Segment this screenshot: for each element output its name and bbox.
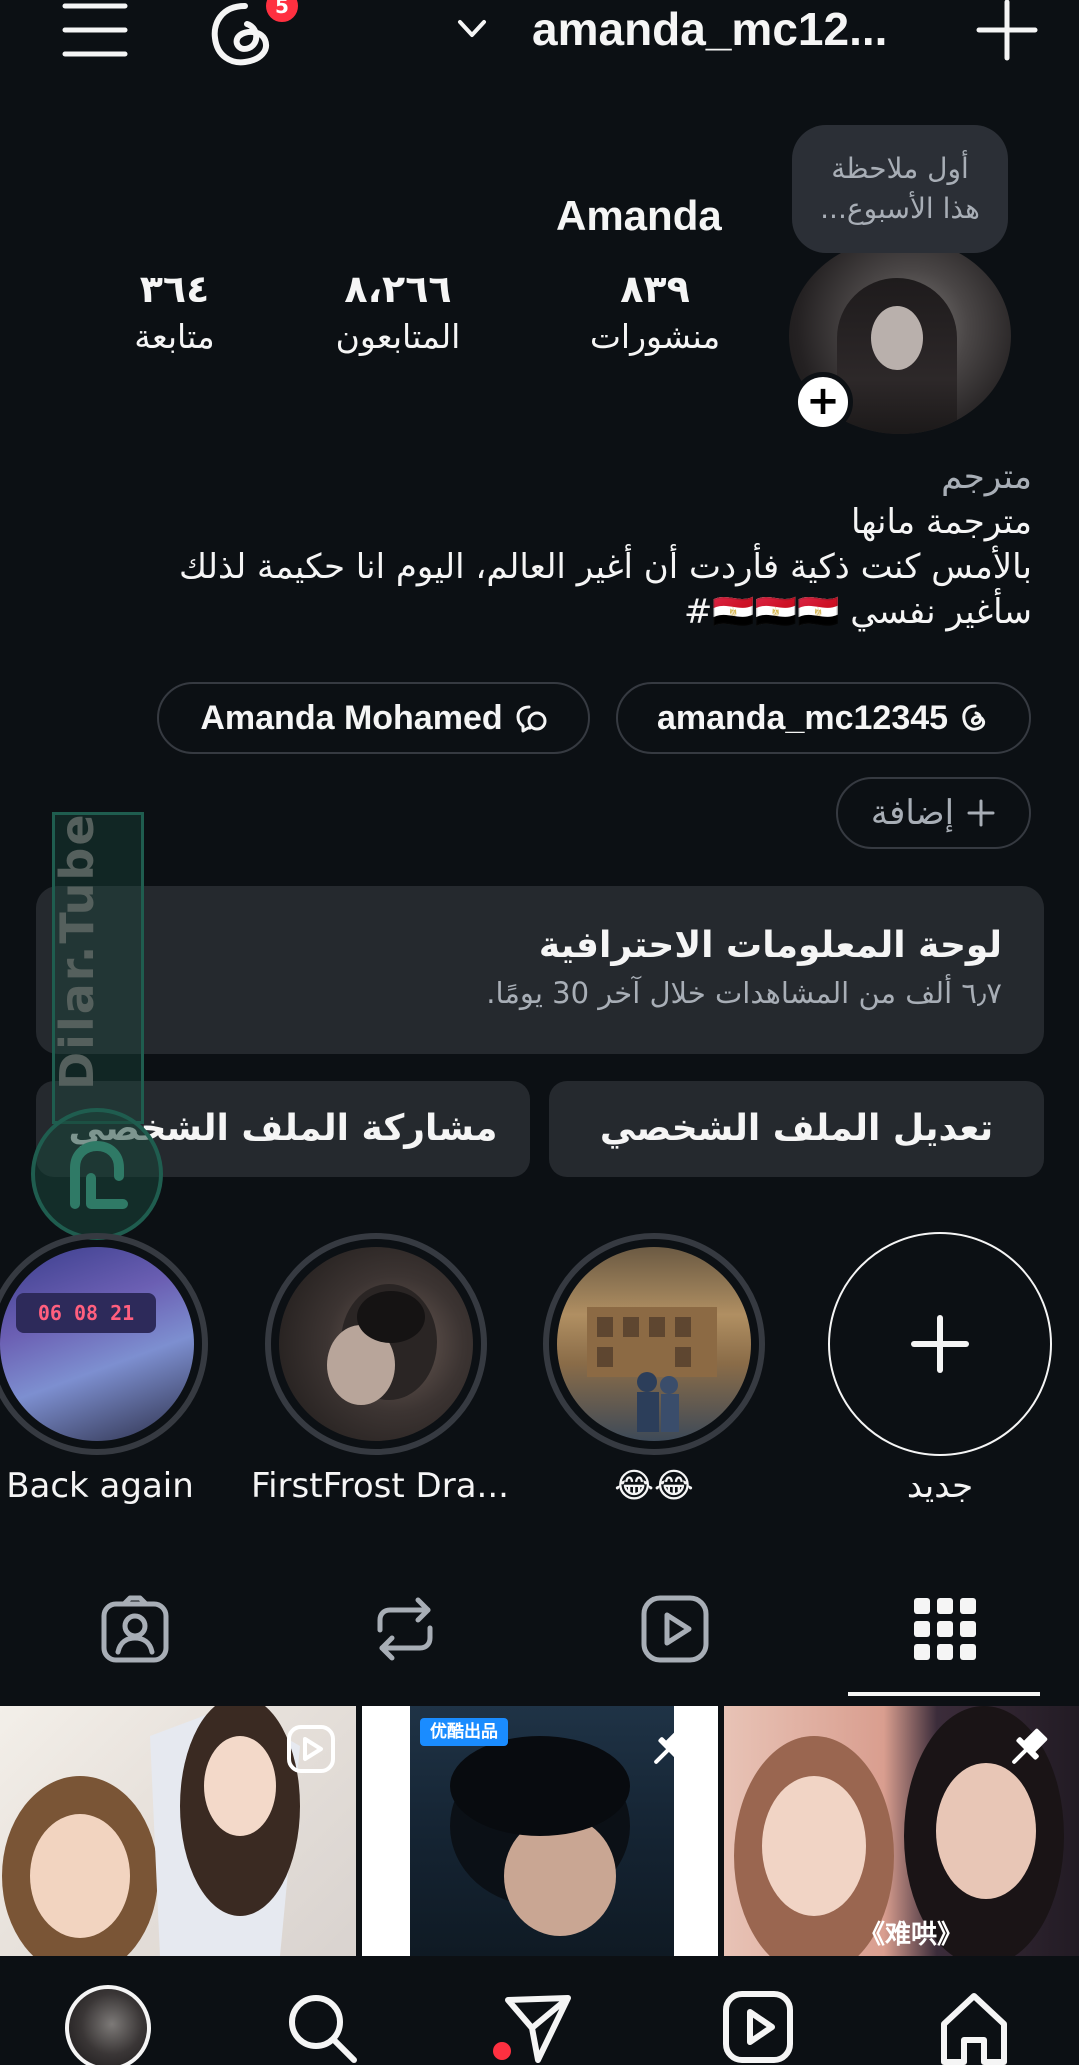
message-notification-dot <box>493 2042 511 2060</box>
pinned-icon <box>646 1722 696 1772</box>
threads-icon <box>960 703 990 733</box>
highlight-label-firstfrost: FirstFrost Dra... <box>251 1466 509 1506</box>
bio-category: مترجم <box>941 457 1032 497</box>
reposts-tab-icon[interactable] <box>370 1594 440 1664</box>
watermark-text: Dilar.Tube <box>50 812 104 1090</box>
chevron-down-icon[interactable] <box>455 12 489 46</box>
watermark-logo <box>31 1108 163 1240</box>
reels-tab-icon[interactable] <box>640 1594 710 1664</box>
pinned-icon <box>1004 1722 1054 1772</box>
add-link-label: إضافة <box>870 794 955 832</box>
note-bubble[interactable]: أول ملاحظة هذا الأسبوع... <box>792 125 1008 253</box>
bio-line: مترجمة مانها <box>850 502 1032 542</box>
posts-stat[interactable]: ٨٣٩ منشورات <box>580 266 730 362</box>
grid-post-1[interactable] <box>0 1706 356 1956</box>
highlight-firstfrost[interactable] <box>265 1233 487 1455</box>
bio-line: بالأمس كنت ذكية فأردت أن أغير العالم، ال… <box>179 547 1032 587</box>
facebook-name: Amanda Mohamed <box>200 698 503 737</box>
threads-link-pill[interactable]: amanda_mc12345 <box>616 682 1031 754</box>
search-icon[interactable] <box>286 1990 358 2065</box>
display-name: Amanda <box>556 192 722 239</box>
following-label: متابعة <box>134 317 215 356</box>
plus-icon <box>966 798 996 828</box>
highlight-laugh[interactable] <box>543 1233 765 1455</box>
post-caption-overlay: 《难哄》 <box>859 1920 964 1950</box>
bio: مترجم مترجمة مانها بالأمس كنت ذكية فأردت… <box>92 455 1032 635</box>
account-username[interactable]: amanda_mc12... <box>532 0 887 58</box>
highlight-label-new: جديد <box>906 1466 974 1506</box>
followers-count: ٨،٢٦٦ <box>344 267 452 311</box>
bio-line: سأغير نفسي 🇪🇬🇪🇬🇪🇬# <box>683 592 1032 632</box>
followers-label: المتابعون <box>335 317 461 356</box>
profile-nav-avatar[interactable] <box>65 1985 151 2065</box>
grid-post-3[interactable]: 《难哄》 <box>724 1706 1079 1956</box>
menu-icon[interactable] <box>62 0 128 58</box>
posts-label: منشورات <box>589 317 721 356</box>
posts-count: ٨٣٩ <box>620 267 690 311</box>
facebook-link-pill[interactable]: Amanda Mohamed <box>157 682 590 754</box>
edit-profile-button[interactable]: تعديل الملف الشخصي <box>549 1081 1044 1177</box>
following-stat[interactable]: ٣٦٤ متابعة <box>112 266 237 362</box>
dashboard-title: لوحة المعلومات الاحترافية <box>538 925 1002 966</box>
tagged-tab-icon[interactable] <box>100 1594 170 1664</box>
following-count: ٣٦٤ <box>139 267 210 311</box>
followers-stat[interactable]: ٨،٢٦٦ المتابعون <box>318 266 478 362</box>
active-tab-indicator <box>848 1692 1040 1696</box>
grid-post-2[interactable]: 优酷出品 <box>362 1706 718 1956</box>
highlight-back-again[interactable]: 06 08 21 <box>0 1233 208 1455</box>
dashboard-subtitle: ٦٫٧ ألف من المشاهدات خلال آخر 30 يومًا. <box>486 976 1002 1010</box>
highlight-label-back-again: Back again <box>6 1466 194 1506</box>
highlight-label-laugh: 😂😂 <box>614 1466 694 1506</box>
linked-account-icon <box>515 703 547 733</box>
threads-username: amanda_mc12345 <box>656 698 949 737</box>
note-line: أول ملاحظة <box>831 152 969 185</box>
professional-dashboard[interactable]: لوحة المعلومات الاحترافية ٦٫٧ ألف من الم… <box>36 886 1044 1054</box>
add-link-button[interactable]: إضافة <box>836 777 1031 849</box>
home-icon[interactable] <box>938 1990 1010 2065</box>
new-highlight-button[interactable] <box>828 1232 1052 1456</box>
add-story-icon[interactable]: + <box>793 372 853 432</box>
direct-messages-icon[interactable] <box>502 1990 574 2065</box>
reels-nav-icon[interactable] <box>722 1990 794 2065</box>
note-line: هذا الأسبوع... <box>820 192 980 225</box>
studio-tag: 优酷出品 <box>420 1718 508 1746</box>
grid-tab-icon[interactable] <box>910 1594 980 1664</box>
countdown-timer: 06 08 21 <box>16 1293 156 1333</box>
reel-badge-icon <box>286 1724 336 1774</box>
create-plus-icon[interactable] <box>975 0 1039 62</box>
